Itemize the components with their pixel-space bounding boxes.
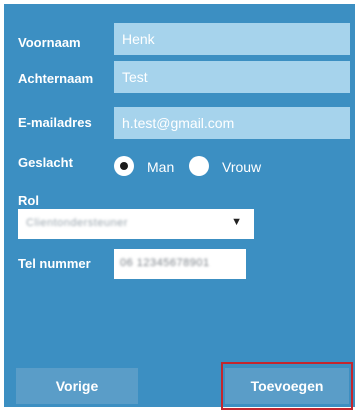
achternaam-label: Achternaam — [18, 71, 94, 86]
tel-label: Tel nummer — [18, 256, 91, 271]
radio-vrouw[interactable] — [189, 156, 209, 176]
radio-man[interactable] — [114, 156, 134, 176]
email-label: E-mailadres — [18, 115, 92, 130]
tel-input-value: 06 12345678901 — [120, 257, 210, 269]
toevoegen-button[interactable]: Toevoegen — [225, 368, 349, 404]
voornaam-input[interactable]: Henk — [114, 23, 350, 55]
vorige-button[interactable]: Vorige — [16, 368, 138, 404]
email-input[interactable]: h.test@gmail.com — [114, 107, 350, 139]
form-panel: Voornaam Henk Achternaam Test E-mailadre… — [4, 4, 355, 410]
dropdown-arrow-icon: ▼ — [231, 216, 242, 228]
voornaam-label: Voornaam — [18, 35, 81, 50]
achternaam-input[interactable]: Test — [114, 61, 350, 93]
radio-vrouw-label: Vrouw — [222, 159, 262, 175]
radio-man-label: Man — [147, 159, 175, 175]
geslacht-label: Geslacht — [18, 155, 73, 170]
rol-label: Rol — [18, 193, 39, 208]
rol-select[interactable]: Clientondersteuner ▼ — [18, 209, 254, 239]
radio-man-selected-dot — [120, 162, 128, 170]
tel-input[interactable]: 06 12345678901 — [114, 249, 246, 279]
rol-select-value: Clientondersteuner — [26, 217, 128, 229]
